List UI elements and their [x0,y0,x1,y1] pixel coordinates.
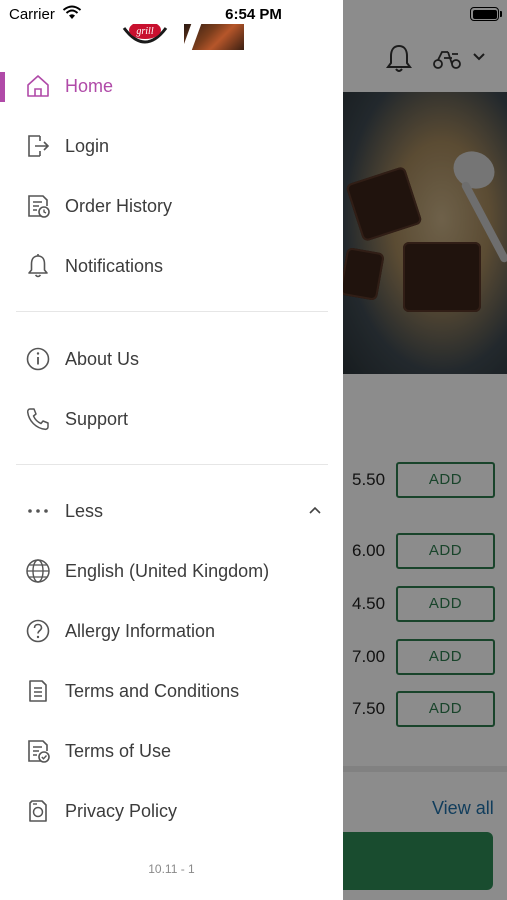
battery-icon [470,7,499,21]
menu-divider [16,311,328,312]
info-icon [26,347,50,371]
menu-item-notifications[interactable]: Notifications [0,238,343,294]
active-indicator [0,72,5,102]
menu-item-label: Order History [65,196,173,216]
chevron-up-icon [309,506,321,514]
menu-item-allergy-information[interactable]: Allergy Information [0,603,343,659]
navigation-drawer: grill Home Login Order History Notificat… [0,0,343,900]
menu-item-label: Allergy Information [65,621,216,641]
menu-item-label: Less [65,501,104,521]
menu-item-order-history[interactable]: Order History [0,178,343,234]
document-icon [29,680,47,702]
menu-item-label: English (United Kingdom) [65,561,270,581]
menu-item-privacy-policy[interactable]: Privacy Policy [0,783,343,839]
menu-item-label: About Us [65,349,140,369]
question-icon [26,619,50,643]
login-icon [28,135,50,157]
menu-item-label: Privacy Policy [65,801,178,821]
menu-item-support[interactable]: Support [0,391,343,447]
bell-icon [28,254,48,278]
more-less-toggle[interactable]: Less [0,483,343,539]
home-icon [27,75,49,97]
menu-item-label: Notifications [65,256,164,276]
more-dots-icon [28,509,48,513]
document-check-icon [28,740,50,763]
menu-divider [16,464,328,465]
menu-item-label: Terms of Use [65,741,172,761]
status-bar: Carrier 6:54 PM [0,0,507,28]
clock-text: 6:54 PM [225,6,282,23]
menu-item-terms-and-conditions[interactable]: Terms and Conditions [0,663,343,719]
privacy-icon [29,800,47,822]
menu-item-label: Login [65,136,110,156]
menu-item-home[interactable]: Home [0,58,343,114]
menu-item-about-us[interactable]: About Us [0,331,343,387]
order-history-icon [28,195,50,218]
menu-item-label: Home [65,76,114,96]
menu-item-label: Support [65,409,129,429]
clock: 6:54 PM [0,6,507,23]
app-version: 10.11 - 1 [148,862,195,876]
menu-item-label: Terms and Conditions [65,681,240,701]
battery-tip [500,11,502,17]
globe-icon [26,559,50,583]
menu-item-login[interactable]: Login [0,118,343,174]
menu-item-language[interactable]: English (United Kingdom) [0,543,343,599]
menu-item-terms-of-use[interactable]: Terms of Use [0,723,343,779]
phone-icon [26,408,49,431]
